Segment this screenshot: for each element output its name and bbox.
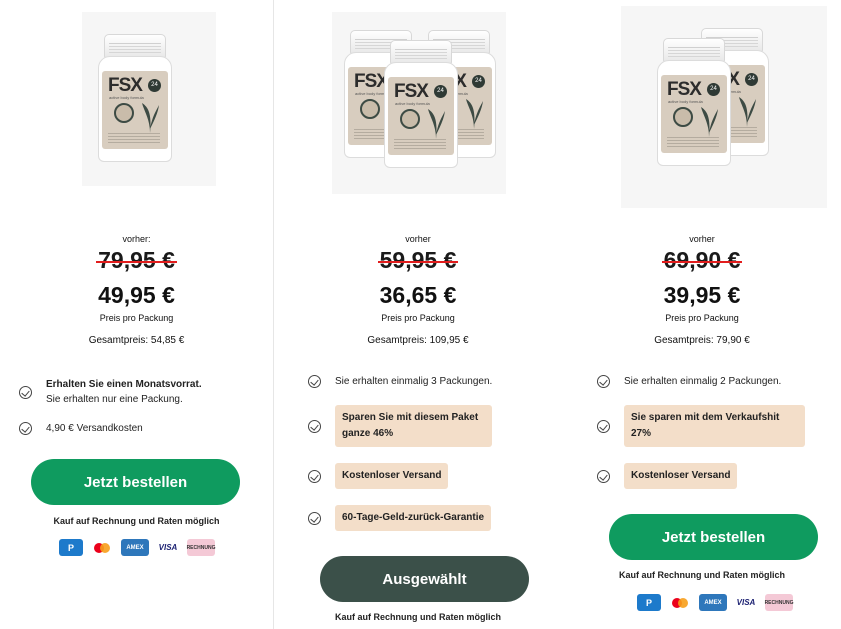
feature-item: Sie sparen mit dem Verkaufshit 27% [597,405,805,447]
feature-item: 60-Tage-Geld-zurück-Garantie [308,505,492,531]
feature-item: Sie erhalten einmalig 3 Packungen. [308,374,492,389]
feature-badge: Sie sparen mit dem Verkaufshit 27% [624,405,805,447]
total-price: Gesamtpreis: 54,85 € [88,335,185,346]
per-pack-label: Preis pro Packung [99,313,174,323]
feature-text: Sie erhalten nur eine Packung. [46,394,183,405]
feature-item: Sparen Sie mit diesem Paket ganze 46% [308,405,492,447]
mastercard-icon [90,539,114,556]
bottle: FSX 24 active body formula [657,38,731,166]
before-label: vorher [689,234,715,244]
check-circle-icon [597,419,610,433]
payment-note: Kauf auf Rechnung und Raten möglich [53,516,220,526]
feature-item: Erhalten Sie einen Monatsvorrat. Sie erh… [19,377,202,407]
feature-item: Sie erhalten einmalig 2 Packungen. [597,374,781,389]
offer-card-1: FSX 24 active body formula vorher: 79,95… [0,0,273,629]
payment-icons: P AMEX VISA RECHNUNG [59,539,215,556]
old-price: 79,95 € [96,247,177,273]
invoice-icon: RECHNUNG [765,594,793,611]
new-price: 49,95 € [98,282,175,308]
before-label: vorher [405,234,431,244]
product-image-1-bottle: FSX 24 active body formula [82,12,216,186]
feature-item: 4,90 € Versandkosten [19,421,143,436]
offer-card-3: FSX 24 active body formula FSX 24 active… [563,0,841,629]
check-circle-icon [308,419,321,433]
check-circle-icon [19,422,32,435]
check-circle-icon [597,375,610,388]
check-circle-icon [308,375,321,388]
feature-text: Sie erhalten einmalig 2 Packungen. [624,376,782,387]
old-price: 69,90 € [661,247,743,273]
check-circle-icon [308,469,321,483]
per-pack-label: Preis pro Packung [381,313,455,323]
selected-button[interactable]: Ausgewählt [320,556,529,602]
paypal-icon: P [59,539,83,556]
visa-icon: VISA [156,539,180,556]
new-price: 36,65 € [379,282,457,308]
feature-bold: Erhalten Sie einen Monatsvorrat. [46,379,202,390]
feature-text: Sie erhalten einmalig 3 Packungen. [335,376,493,387]
payment-note: Kauf auf Rechnung und Raten möglich [335,612,501,622]
check-circle-icon [597,469,610,483]
amex-icon: AMEX [699,594,727,611]
order-button[interactable]: Jetzt bestellen [609,514,818,560]
payment-icons: P AMEX VISA RECHNUNG [637,594,793,611]
check-circle-icon [19,385,32,399]
total-price: Gesamtpreis: 79,90 € [654,335,750,346]
old-price: 59,95 € [377,247,459,273]
feature-item: Kostenloser Versand [597,463,738,489]
feature-badge: 60-Tage-Geld-zurück-Garantie [335,505,492,531]
mastercard-icon [668,594,692,611]
total-price: Gesamtpreis: 109,95 € [367,335,469,346]
before-label: vorher: [122,234,151,244]
amex-icon: AMEX [121,539,149,556]
product-image-3-bottles: FSX 24 active body formula FSX 24 active… [332,12,506,194]
per-pack-label: Preis pro Packung [665,313,739,323]
bottle: FSX 24 active body formula [98,34,172,162]
new-price: 39,95 € [663,282,741,308]
invoice-icon: RECHNUNG [187,539,215,556]
paypal-icon: P [637,594,661,611]
order-button[interactable]: Jetzt bestellen [31,459,240,505]
payment-note: Kauf auf Rechnung und Raten möglich [619,570,785,580]
check-circle-icon [308,511,321,525]
feature-item: Kostenloser Versand [308,463,449,489]
offer-card-2: FSX 24 active body formula FSX 24 active… [274,0,562,629]
visa-icon: VISA [734,594,758,611]
feature-text: 4,90 € Versandkosten [46,423,143,434]
feature-badge: Kostenloser Versand [624,463,738,489]
feature-badge: Sparen Sie mit diesem Paket ganze 46% [335,405,492,447]
feature-badge: Kostenloser Versand [335,463,449,489]
product-image-2-bottles: FSX 24 active body formula FSX 24 active… [621,6,827,208]
bottle: FSX 24 active body formula [384,40,458,168]
